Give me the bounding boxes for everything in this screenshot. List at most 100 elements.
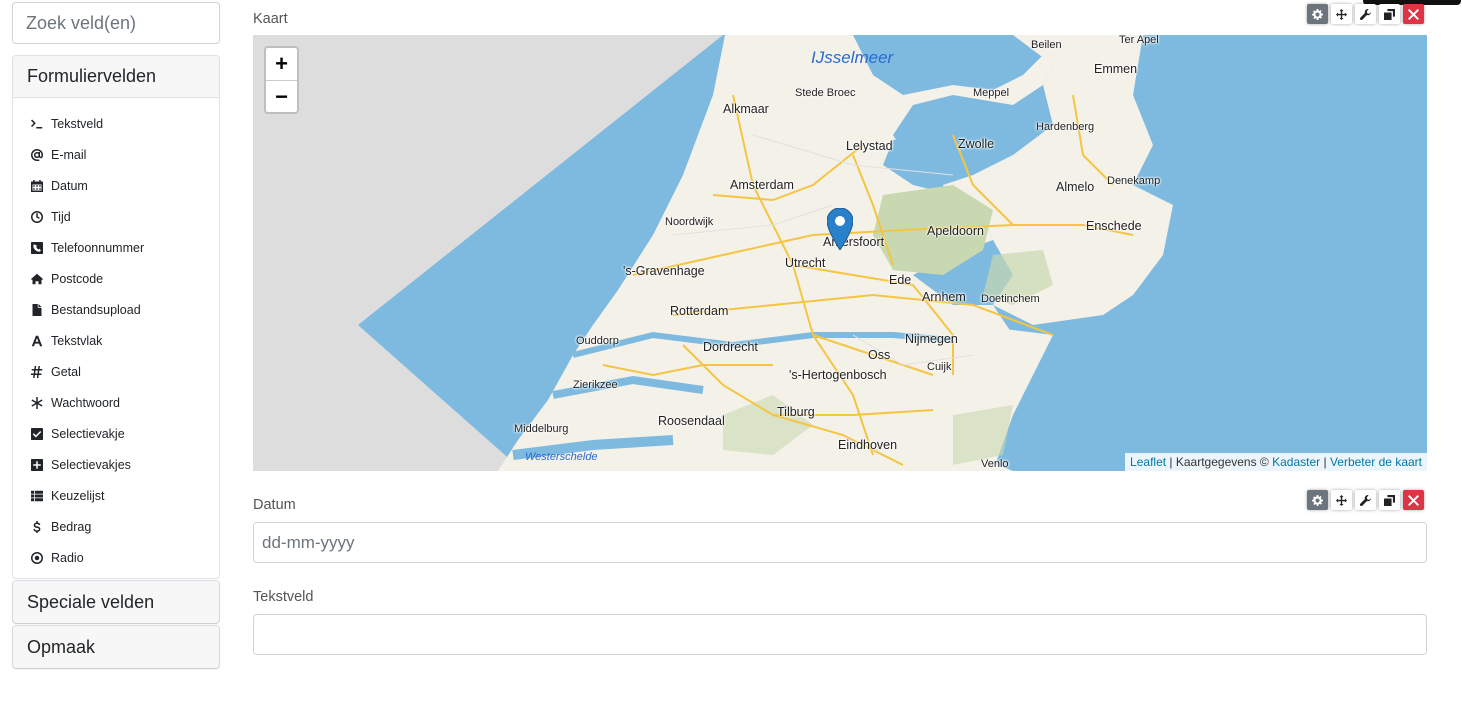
wrench-icon [1360,494,1371,506]
field-item-bestandsupload[interactable]: Bestandsupload [13,294,219,325]
kadaster-link[interactable]: Kadaster [1272,455,1320,469]
date-field-tools [1307,490,1424,510]
field-item-label: E-mail [51,147,87,162]
map-city-label: Zwolle [958,137,995,151]
field-item-datum[interactable]: Datum [13,170,219,201]
duplicate-button[interactable] [1379,4,1400,24]
map-city-label: Arnhem [922,290,966,304]
map-widget[interactable]: + − IJsselmeer Westerschelde Beilen Ter … [253,35,1427,471]
map-city-label: Cuijk [927,361,952,373]
field-item-getal[interactable]: Getal [13,356,219,387]
gear-icon [1312,8,1323,20]
map-city-label: 's-Gravenhage [623,264,705,278]
field-item-selectievakjes[interactable]: Selectievakjes [13,449,219,480]
special-fields-panel-header[interactable]: Speciale velden [13,581,219,623]
clock-icon [31,210,51,223]
gear-icon [1312,494,1323,506]
field-item-keuzelijst[interactable]: Keuzelijst [13,480,219,511]
date-input[interactable] [253,522,1427,563]
edit-button[interactable] [1355,490,1376,510]
close-icon [1408,494,1419,506]
map-city-label: Eindhoven [838,438,898,452]
field-item-telefoonnummer[interactable]: Telefoonnummer [13,232,219,263]
calendar-icon [31,179,51,192]
attribution-text: | Kaartgegevens © [1166,455,1273,469]
field-item-label: Telefoonnummer [51,240,145,255]
field-item-label: Tekstveld [51,116,104,131]
map-city-label: 's-Hertogenbosch [789,368,887,382]
field-item-postcode[interactable]: Postcode [13,263,219,294]
move-button[interactable] [1331,4,1352,24]
delete-button[interactable] [1403,490,1424,510]
map-city-label: Ter Apel [1119,35,1159,46]
field-item-label: Keuzelijst [51,488,105,503]
field-item-selectievakje[interactable]: Selectievakje [13,418,219,449]
text-input[interactable] [253,614,1427,655]
home-icon [31,273,51,285]
map-city-label: Tilburg [777,405,815,419]
field-item-label: Radio [51,550,84,565]
field-item-label: Postcode [51,271,104,286]
dollar-icon [31,520,51,533]
map-city-label: Ouddorp [576,335,619,347]
copy-icon [1384,8,1395,20]
map-city-label: Amsterdam [730,178,794,192]
field-item-label: Tekstvlak [51,333,103,348]
settings-button[interactable] [1307,4,1328,24]
field-item-tijd[interactable]: Tijd [13,201,219,232]
map-city-label: Noordwijk [665,216,714,228]
edit-button[interactable] [1355,4,1376,24]
map-city-label: Emmen [1094,62,1138,76]
zoom-control: + − [264,46,299,114]
layout-panel-header[interactable]: Opmaak [13,626,219,668]
map-city-label: Ede [889,273,912,287]
hashtag-icon [31,365,51,378]
improve-map-link[interactable]: Verbeter de kaart [1330,455,1422,469]
settings-button[interactable] [1307,490,1328,510]
form-fields-panel-header[interactable]: Formuliervelden [13,56,219,98]
map-marker-icon[interactable] [827,208,853,250]
map-attribution: Leaflet | Kaartgegevens © Kadaster | Ver… [1125,453,1427,471]
map-city-label: Stede Broec [795,87,856,99]
move-button[interactable] [1331,490,1352,510]
duplicate-button[interactable] [1379,490,1400,510]
map-city-label: Utrecht [785,256,826,270]
zoom-out-button[interactable]: − [266,80,297,112]
layout-panel: Opmaak [12,625,220,669]
map-field-tools [1307,4,1424,24]
field-item-email[interactable]: E-mail [13,139,219,170]
leaflet-link[interactable]: Leaflet [1130,455,1166,469]
field-item-label: Selectievakjes [51,457,131,472]
map-city-label: Dordrecht [703,340,758,354]
field-item-label: Bestandsupload [51,302,141,317]
field-item-label: Getal [51,364,81,379]
at-icon [31,148,51,161]
map-city-label: Lelystad [846,139,893,153]
text-field-label: Tekstveld [253,589,314,605]
terminal-icon [31,118,51,130]
field-search-input[interactable] [12,2,220,44]
map-city-label: Apeldoorn [927,224,984,238]
field-palette-sidebar: Formuliervelden Tekstveld E-mail Datum T… [12,2,220,669]
map-city-label: Almelo [1056,180,1095,194]
delete-button[interactable] [1403,4,1424,24]
field-item-radio[interactable]: Radio [13,542,219,573]
field-item-label: Wachtwoord [51,395,121,410]
field-item-label: Datum [51,178,88,193]
field-item-wachtwoord[interactable]: Wachtwoord [13,387,219,418]
map-city-label: Enschede [1086,219,1142,233]
zoom-in-button[interactable]: + [266,48,297,80]
map-city-label: Denekamp [1107,175,1161,187]
field-item-tekstvlak[interactable]: Tekstvlak [13,325,219,356]
field-item-tekstveld[interactable]: Tekstveld [13,108,219,139]
wrench-icon [1360,8,1371,20]
asterisk-icon [31,396,51,409]
form-fields-panel: Formuliervelden Tekstveld E-mail Datum T… [12,55,220,579]
map-city-label: Meppel [973,87,1010,99]
move-arrows-icon [1336,494,1347,506]
field-item-label: Tijd [51,209,71,224]
map-city-label: Oss [868,348,891,362]
map-city-label: Rotterdam [670,304,729,318]
field-item-bedrag[interactable]: Bedrag [13,511,219,542]
attribution-separator: | [1320,455,1330,469]
